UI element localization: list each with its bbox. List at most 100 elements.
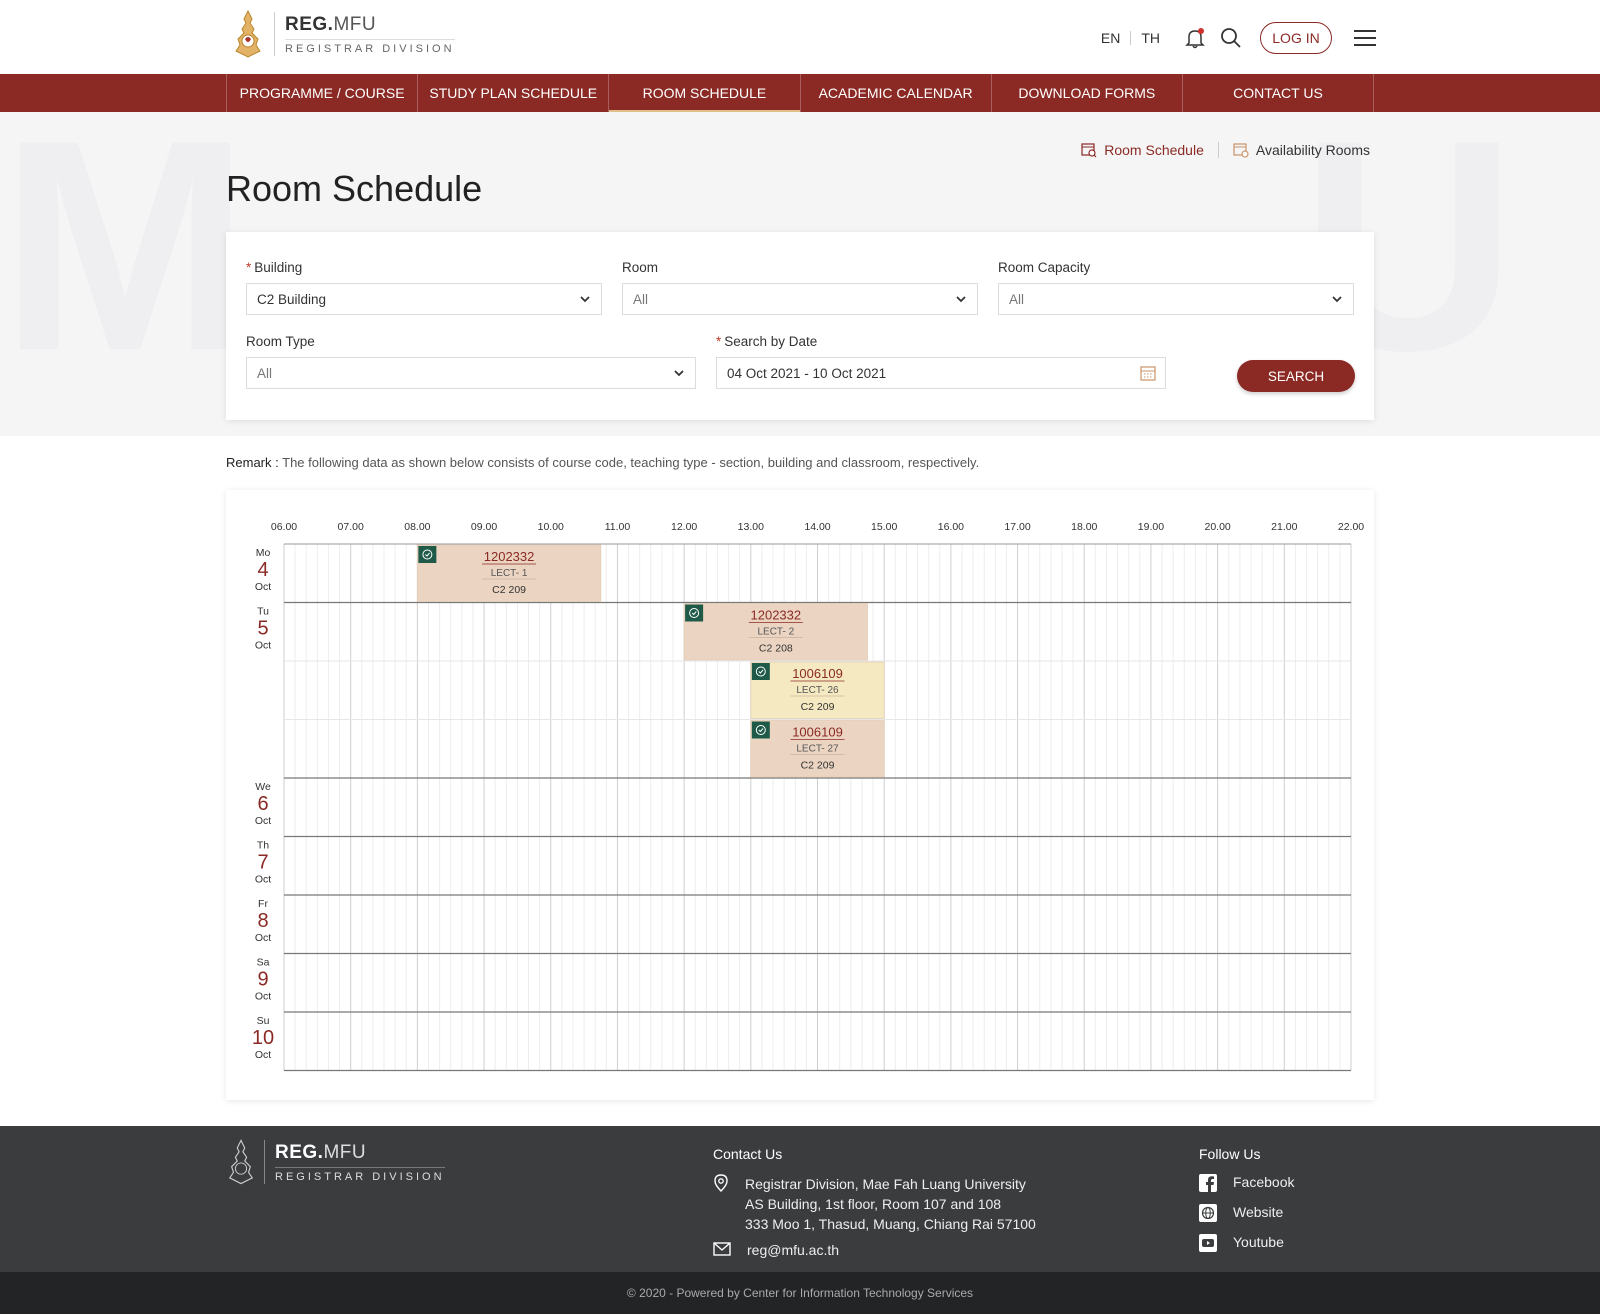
- menu-icon[interactable]: [1354, 30, 1376, 46]
- hour-label: 21.00: [1271, 521, 1297, 533]
- bell-icon[interactable]: [1184, 27, 1206, 49]
- timetable-grid: 06.00 07.00 08.00 09.00 10.00 11.00 12.00 13.00…: [252, 521, 1364, 1072]
- search-button[interactable]: SEARCH: [1237, 360, 1355, 392]
- hour-label: 06.00: [271, 521, 297, 533]
- event-room: C2 209: [492, 584, 526, 596]
- check-badge-icon: [418, 546, 437, 563]
- day-number-label: 6: [257, 793, 268, 815]
- room-type-label: Room Type: [246, 334, 315, 349]
- room-select[interactable]: All: [622, 283, 978, 315]
- website-link[interactable]: Website: [1199, 1204, 1294, 1222]
- month-label: Oct: [255, 874, 271, 886]
- month-label: Oct: [255, 932, 271, 944]
- event-room: C2 209: [801, 701, 835, 713]
- youtube-icon: [1199, 1234, 1217, 1252]
- facebook-label: Facebook: [1233, 1174, 1295, 1190]
- nav-item-academic-calendar[interactable]: ACADEMIC CALENDAR: [799, 74, 991, 112]
- search-icon[interactable]: [1220, 27, 1242, 49]
- hour-label: 08.00: [404, 521, 430, 533]
- day-of-week-label: Mo: [256, 547, 271, 559]
- day-number-label: 8: [257, 910, 268, 932]
- location-pin-icon: [714, 1174, 728, 1192]
- hour-label: 10.00: [538, 521, 564, 533]
- hour-label: 19.00: [1138, 521, 1164, 533]
- calendar-icon[interactable]: [1140, 365, 1156, 381]
- footer-follow-title: Follow Us: [1199, 1146, 1261, 1162]
- day-number-label: 7: [257, 852, 268, 874]
- room-schedule-link[interactable]: Room Schedule: [1081, 142, 1204, 158]
- day-of-week-label: Th: [257, 840, 269, 852]
- nav-item-room-schedule[interactable]: ROOM SCHEDULE: [608, 74, 800, 112]
- lang-en-link[interactable]: EN: [1091, 30, 1130, 46]
- calendar-check-icon: [1233, 143, 1249, 158]
- day-number-label: 10: [252, 1027, 274, 1049]
- hour-label: 17.00: [1004, 521, 1030, 533]
- month-label: Oct: [255, 1049, 271, 1061]
- event-course-code[interactable]: 1202332: [751, 608, 802, 623]
- hour-label: 22.00: [1338, 521, 1364, 533]
- remark-note: Remark : The following data as shown bel…: [226, 455, 979, 470]
- day-number-label: 4: [257, 559, 268, 581]
- site-logo[interactable]: REG.MFU REGISTRAR DIVISION: [232, 8, 455, 60]
- month-label: Oct: [255, 991, 271, 1003]
- remark-text: The following data as shown below consis…: [282, 455, 980, 470]
- nav-item-contact-us[interactable]: CONTACT US: [1181, 74, 1375, 112]
- building-field: * Building C2 Building: [246, 260, 602, 315]
- hour-label: 14.00: [804, 521, 830, 533]
- logo-title: REG.MFU: [285, 13, 377, 35]
- hour-label: 16.00: [938, 521, 964, 533]
- chevron-down-icon: [1332, 296, 1342, 303]
- room-type-field: Room Type All: [246, 334, 696, 389]
- mail-icon: [713, 1242, 731, 1256]
- availability-rooms-link[interactable]: Availability Rooms: [1233, 142, 1370, 158]
- page-title: Room Schedule: [226, 168, 483, 209]
- month-label: Oct: [255, 640, 271, 652]
- building-select[interactable]: C2 Building: [246, 283, 602, 315]
- logo-subtitle: REGISTRAR DIVISION: [285, 38, 455, 55]
- footer-contact: Contact Us Registrar Division, Mae Fah L…: [713, 1146, 1036, 1266]
- youtube-link[interactable]: Youtube: [1199, 1234, 1294, 1252]
- room-type-select[interactable]: All: [246, 357, 696, 389]
- address-line-2: AS Building, 1st floor, Room 107 and 108: [745, 1196, 1002, 1212]
- date-range-input[interactable]: 04 Oct 2021 - 10 Oct 2021: [716, 357, 1166, 389]
- facebook-link[interactable]: Facebook: [1199, 1174, 1294, 1192]
- nav-item-programme-course[interactable]: PROGRAMME / COURSE: [226, 74, 417, 112]
- footer-contact-title: Contact Us: [713, 1146, 783, 1162]
- event-section: LECT- 27: [796, 744, 839, 755]
- lang-th-link[interactable]: TH: [1131, 30, 1170, 46]
- search-filter-panel: * Building C2 Building Room All Room Capa…: [226, 232, 1374, 420]
- event-course-code[interactable]: 1006109: [792, 725, 843, 740]
- nav-item-download-forms[interactable]: DOWNLOAD FORMS: [990, 74, 1182, 112]
- day-of-week-label: Fr: [258, 898, 268, 910]
- site-footer: REG.MFU REGISTRAR DIVISION Contact Us Re…: [0, 1126, 1600, 1272]
- nav-item-study-plan-schedule[interactable]: STUDY PLAN SCHEDULE: [417, 74, 608, 112]
- email-link[interactable]: reg@mfu.ac.th: [747, 1242, 839, 1258]
- event-course-code[interactable]: 1202332: [484, 549, 535, 564]
- room-capacity-select[interactable]: All: [998, 283, 1354, 315]
- day-of-week-label: We: [255, 781, 271, 793]
- hour-label: 13.00: [738, 521, 764, 533]
- footer-email[interactable]: reg@mfu.ac.th: [713, 1242, 1036, 1258]
- address-line-3: 333 Moo 1, Thasud, Muang, Chiang Rai 571…: [745, 1216, 1036, 1232]
- footer-logo-title: REG.MFU: [275, 1141, 367, 1163]
- footer-logo[interactable]: REG.MFU REGISTRAR DIVISION: [226, 1138, 445, 1186]
- header-actions: EN TH LOG IN: [1091, 22, 1376, 54]
- main-nav: PROGRAMME / COURSE STUDY PLAN SCHEDULE R…: [0, 74, 1600, 112]
- event-room: C2 208: [759, 643, 793, 655]
- availability-rooms-link-label: Availability Rooms: [1255, 142, 1370, 158]
- login-button[interactable]: LOG IN: [1260, 22, 1332, 54]
- month-label: Oct: [255, 581, 271, 593]
- website-label: Website: [1233, 1204, 1284, 1220]
- remark-label: Remark :: [226, 455, 279, 470]
- event-course-code[interactable]: 1006109: [792, 666, 843, 681]
- room-capacity-label: Room Capacity: [998, 260, 1091, 275]
- hour-label: 07.00: [338, 521, 364, 533]
- hour-label: 18.00: [1071, 521, 1097, 533]
- chevron-down-icon: [956, 296, 966, 303]
- university-emblem-icon: [228, 1139, 254, 1185]
- hour-label: 20.00: [1204, 521, 1230, 533]
- day-number-label: 5: [257, 618, 268, 640]
- room-field: Room All: [622, 260, 978, 315]
- room-schedule-link-label: Room Schedule: [1104, 142, 1204, 158]
- event-section: LECT- 2: [757, 627, 794, 638]
